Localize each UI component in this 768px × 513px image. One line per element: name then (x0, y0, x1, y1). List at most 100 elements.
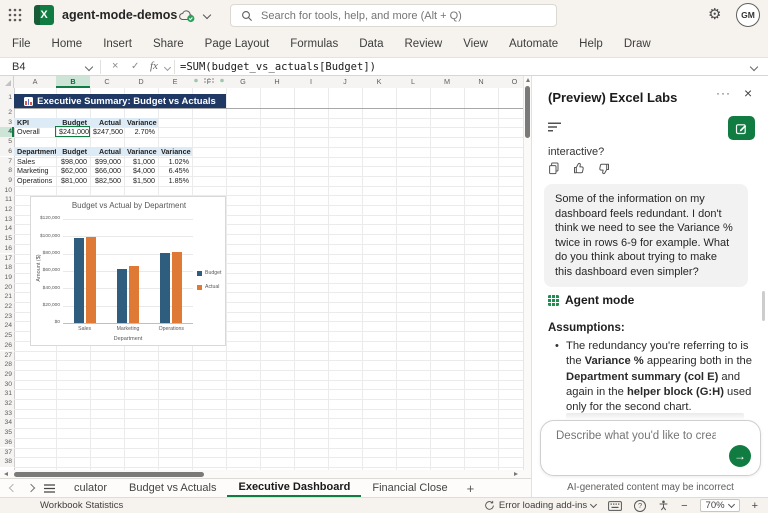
ribbon-tab-view[interactable]: View (463, 38, 488, 50)
grid-cell-C9[interactable]: $82,500 (90, 176, 124, 186)
column-header-N[interactable]: N (464, 76, 498, 88)
column-header-H[interactable]: H (260, 76, 294, 88)
grid-cell-A3[interactable]: KPI (14, 118, 56, 128)
grid-cell-A4[interactable]: Overall (14, 127, 56, 137)
panel-close-button[interactable]: × (744, 85, 752, 101)
grid-cell-D9[interactable]: $1,500 (124, 176, 158, 186)
row-header-16[interactable]: 16 (0, 244, 14, 254)
row-header-20[interactable]: 20 (0, 283, 14, 293)
grid-cell-A8[interactable]: Marketing (14, 166, 56, 176)
title-chevron-down-icon[interactable] (203, 11, 211, 19)
row-header-31[interactable]: 31 (0, 389, 14, 399)
name-box-chevron-icon[interactable] (85, 63, 93, 71)
row-header-35[interactable]: 35 (0, 428, 14, 438)
panel-more-button[interactable]: ··· (716, 86, 731, 100)
row-header-11[interactable]: 11 (0, 195, 14, 205)
account-avatar[interactable]: GM (736, 3, 760, 27)
grid-cell-A6[interactable]: Department (14, 147, 56, 157)
grid-cell-D8[interactable]: $4,000 (124, 166, 158, 176)
column-header-G[interactable]: G (226, 76, 260, 88)
search-input[interactable] (259, 9, 556, 23)
row-header-2[interactable]: 2 (0, 108, 14, 118)
row-header-17[interactable]: 17 (0, 254, 14, 264)
column-header-C[interactable]: C (90, 76, 124, 88)
cancel-entry-button[interactable]: × (112, 60, 118, 72)
thumbs-down-icon[interactable] (598, 163, 610, 175)
row-header-3[interactable]: 3 (0, 118, 14, 128)
addin-error-button[interactable]: Error loading add-ins (484, 500, 596, 511)
previous-sheet-arrow[interactable] (9, 484, 17, 492)
grid-cell-C3[interactable]: Actual (90, 118, 124, 128)
vertical-scroll-thumb[interactable] (525, 86, 530, 138)
column-header-A[interactable]: A (14, 76, 56, 88)
zoom-out-button[interactable]: − (681, 500, 687, 512)
formula-input[interactable]: =SUM(budget_vs_actuals[Budget]) (180, 61, 376, 73)
grid-cell-B6[interactable]: Budget (56, 147, 90, 157)
floating-object-handle[interactable] (193, 77, 225, 84)
workbook-title[interactable]: agent-mode-demos (62, 8, 177, 22)
row-header-36[interactable]: 36 (0, 438, 14, 448)
row-header-32[interactable]: 32 (0, 399, 14, 409)
grid-cell-B9[interactable]: $81,000 (56, 176, 90, 186)
row-header-23[interactable]: 23 (0, 312, 14, 322)
row-header-18[interactable]: 18 (0, 263, 14, 273)
row-header-14[interactable]: 14 (0, 224, 14, 234)
sheet-tab-financial-close[interactable]: Financial Close (361, 479, 458, 497)
row-header-38[interactable]: 38 (0, 457, 14, 467)
row-header-37[interactable]: 37 (0, 448, 14, 458)
grid-cell-C4[interactable]: $247,500 (90, 127, 124, 137)
help-icon[interactable]: ? (634, 500, 646, 512)
row-header-10[interactable]: 10 (0, 186, 14, 196)
panel-scrollbar-thumb[interactable] (762, 291, 765, 321)
horizontal-scroll-thumb[interactable] (14, 472, 204, 477)
ribbon-tab-file[interactable]: File (12, 38, 31, 50)
keyboard-settings-icon[interactable] (608, 501, 622, 511)
send-button[interactable]: → (729, 445, 751, 467)
row-header-19[interactable]: 19 (0, 273, 14, 283)
scroll-right-arrow[interactable] (514, 472, 518, 476)
copy-icon[interactable] (548, 162, 560, 175)
column-header-K[interactable]: K (362, 76, 396, 88)
new-chat-button[interactable] (728, 116, 755, 140)
insert-function-button[interactable]: fx (150, 60, 158, 72)
row-header-9[interactable]: 9 (0, 176, 14, 186)
grid-cell-D4[interactable]: 2.70% (124, 127, 158, 137)
search-bar[interactable] (230, 4, 557, 27)
row-header-7[interactable]: 7 (0, 157, 14, 167)
row-header-12[interactable]: 12 (0, 205, 14, 215)
all-sheets-menu-icon[interactable] (44, 484, 55, 493)
row-header-33[interactable]: 33 (0, 409, 14, 419)
row-header-28[interactable]: 28 (0, 360, 14, 370)
row-header-8[interactable]: 8 (0, 166, 14, 176)
zoom-in-button[interactable]: + (752, 500, 758, 512)
ribbon-tab-insert[interactable]: Insert (103, 38, 132, 50)
grid-cell-A7[interactable]: Sales (14, 157, 56, 167)
ribbon-tab-page-layout[interactable]: Page Layout (205, 38, 270, 50)
chat-input[interactable] (554, 429, 718, 443)
column-header-E[interactable]: E (158, 76, 192, 88)
workbook-statistics-button[interactable]: Workbook Statistics (40, 500, 123, 511)
grid-cell-E9[interactable]: 1.85% (158, 176, 192, 186)
row-header-6[interactable]: 6 (0, 147, 14, 157)
zoom-level-control[interactable]: 70% (700, 499, 740, 512)
chat-history-icon[interactable] (548, 122, 562, 133)
row-header-21[interactable]: 21 (0, 292, 14, 302)
grid-cell-C7[interactable]: $99,000 (90, 157, 124, 167)
row-header-29[interactable]: 29 (0, 370, 14, 380)
row-header-26[interactable]: 26 (0, 341, 14, 351)
ribbon-tab-data[interactable]: Data (359, 38, 383, 50)
ribbon-tab-draw[interactable]: Draw (624, 38, 651, 50)
scroll-left-arrow[interactable] (4, 472, 8, 476)
expand-formula-bar-chevron-icon[interactable] (750, 63, 758, 71)
row-header-4[interactable]: 4 (0, 127, 14, 137)
settings-gear-icon[interactable]: ⚙ (708, 5, 721, 23)
column-header-M[interactable]: M (430, 76, 464, 88)
scroll-up-arrow[interactable] (526, 78, 530, 82)
column-header-D[interactable]: D (124, 76, 158, 88)
row-header-5[interactable]: 5 (0, 137, 14, 147)
row-header-25[interactable]: 25 (0, 331, 14, 341)
grid-cell-D7[interactable]: $1,000 (124, 157, 158, 167)
grid-cell-E7[interactable]: 1.02% (158, 157, 192, 167)
ribbon-tab-review[interactable]: Review (405, 38, 443, 50)
row-header-30[interactable]: 30 (0, 380, 14, 390)
